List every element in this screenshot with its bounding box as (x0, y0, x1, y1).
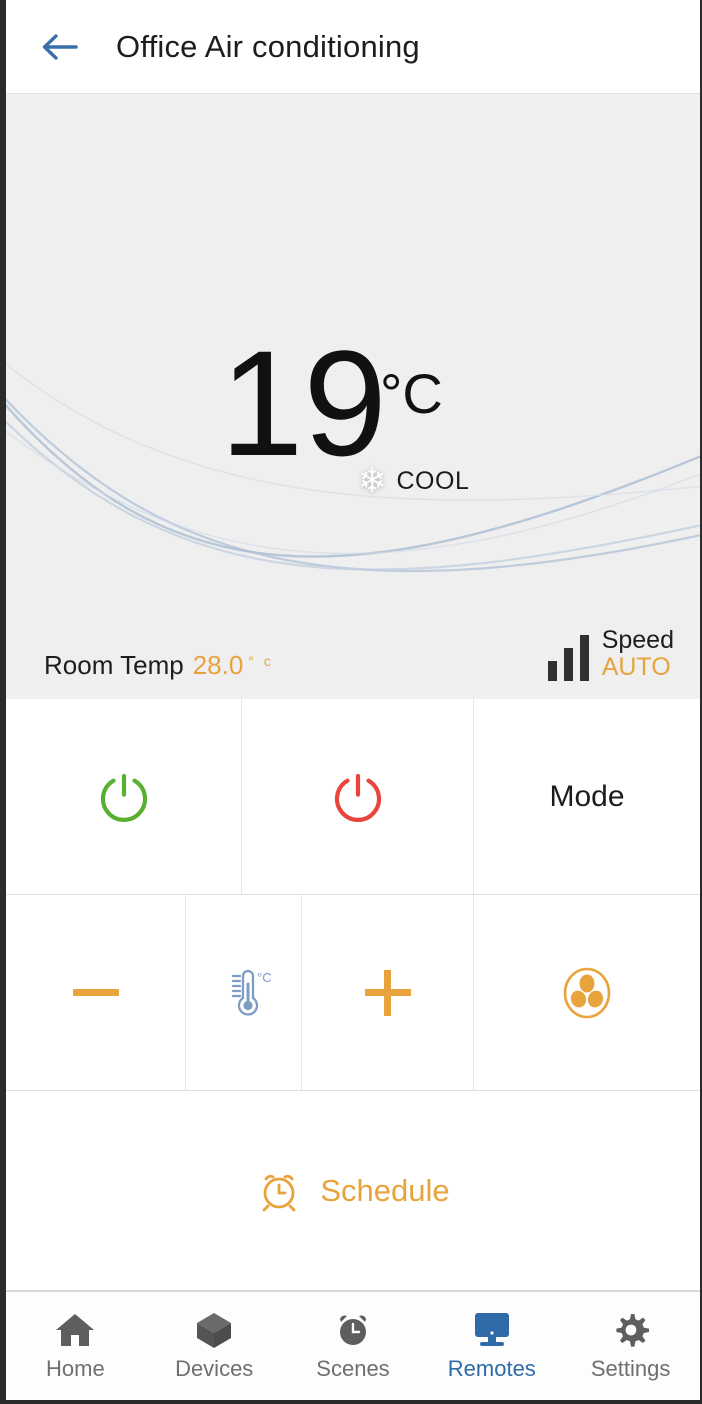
nav-item-settings[interactable]: Settings (561, 1310, 700, 1382)
power-icon (334, 773, 381, 822)
room-temperature: Room Temp 28.0 ° c (44, 650, 274, 681)
current-mode-label: COOL (396, 466, 470, 495)
fan-icon (563, 967, 611, 1018)
thermometer-unit-label: °C (257, 970, 272, 985)
room-temperature-unit: ° c (248, 653, 274, 669)
nav-label-home: Home (46, 1356, 105, 1381)
target-temperature-unit: °C (380, 362, 443, 425)
temperature-decrease-button[interactable] (6, 895, 186, 1091)
current-mode-indicator: ❄ COOL (358, 464, 469, 498)
back-button[interactable] (32, 19, 88, 75)
target-temperature-value: 19 (220, 319, 387, 487)
nav-label-scenes: Scenes (316, 1356, 390, 1381)
fan-speed-value: AUTO (601, 653, 671, 681)
control-row-temperature: °C (6, 895, 700, 1091)
schedule-button[interactable]: Schedule (6, 1091, 700, 1291)
cube-icon (197, 1313, 232, 1348)
alarm-clock-icon (262, 1174, 296, 1211)
room-temperature-label: Room Temp (44, 650, 184, 680)
control-row-power: Mode (6, 699, 700, 895)
control-grid: Mode °C (6, 699, 700, 1091)
gear-icon (615, 1314, 649, 1347)
power-off-button[interactable] (242, 699, 474, 895)
mode-button-label: Mode (549, 779, 625, 813)
display-status-bar: Room Temp 28.0 ° c Speed AUTO (6, 627, 700, 681)
fan-speed-button[interactable] (474, 895, 700, 1091)
fan-speed-status: Speed AUTO (547, 626, 674, 681)
alarm-icon (339, 1315, 366, 1345)
fan-speed-label: Speed (601, 626, 674, 654)
nav-item-devices[interactable]: Devices (145, 1310, 284, 1382)
nav-item-home[interactable]: Home (6, 1310, 145, 1382)
room-temperature-value: 28.0 (192, 650, 244, 680)
app-root: Office Air conditioning 19 °C ❄ COOL Roo… (0, 0, 702, 1404)
minus-icon (72, 989, 119, 996)
temperature-indicator-button[interactable]: °C (186, 895, 302, 1091)
thermometer-icon: °C (231, 969, 272, 1016)
nav-label-settings: Settings (590, 1356, 671, 1381)
bottom-navigation: Home Devices Scenes Remotes Settings (6, 1291, 700, 1400)
target-temperature-block: 19 °C ❄ COOL (6, 328, 700, 516)
power-icon (100, 773, 147, 822)
arrow-left-icon (42, 33, 78, 60)
status-display-panel: 19 °C ❄ COOL Room Temp 28.0 ° c Speed AU… (6, 94, 700, 699)
nav-label-devices: Devices (175, 1356, 254, 1381)
nav-item-scenes[interactable]: Scenes (284, 1310, 423, 1382)
app-header: Office Air conditioning (6, 0, 700, 94)
home-icon (56, 1314, 95, 1346)
temperature-increase-button[interactable] (302, 895, 474, 1091)
monitor-icon (474, 1313, 509, 1346)
schedule-label: Schedule (320, 1172, 450, 1208)
mode-button[interactable]: Mode (474, 699, 700, 895)
snowflake-icon: ❄ (358, 462, 387, 500)
plus-icon (364, 969, 411, 1016)
signal-bars-icon (547, 635, 589, 681)
page-title: Office Air conditioning (116, 28, 420, 64)
power-on-button[interactable] (6, 699, 242, 895)
nav-item-remotes[interactable]: Remotes (422, 1310, 561, 1382)
nav-label-remotes: Remotes (447, 1356, 536, 1381)
